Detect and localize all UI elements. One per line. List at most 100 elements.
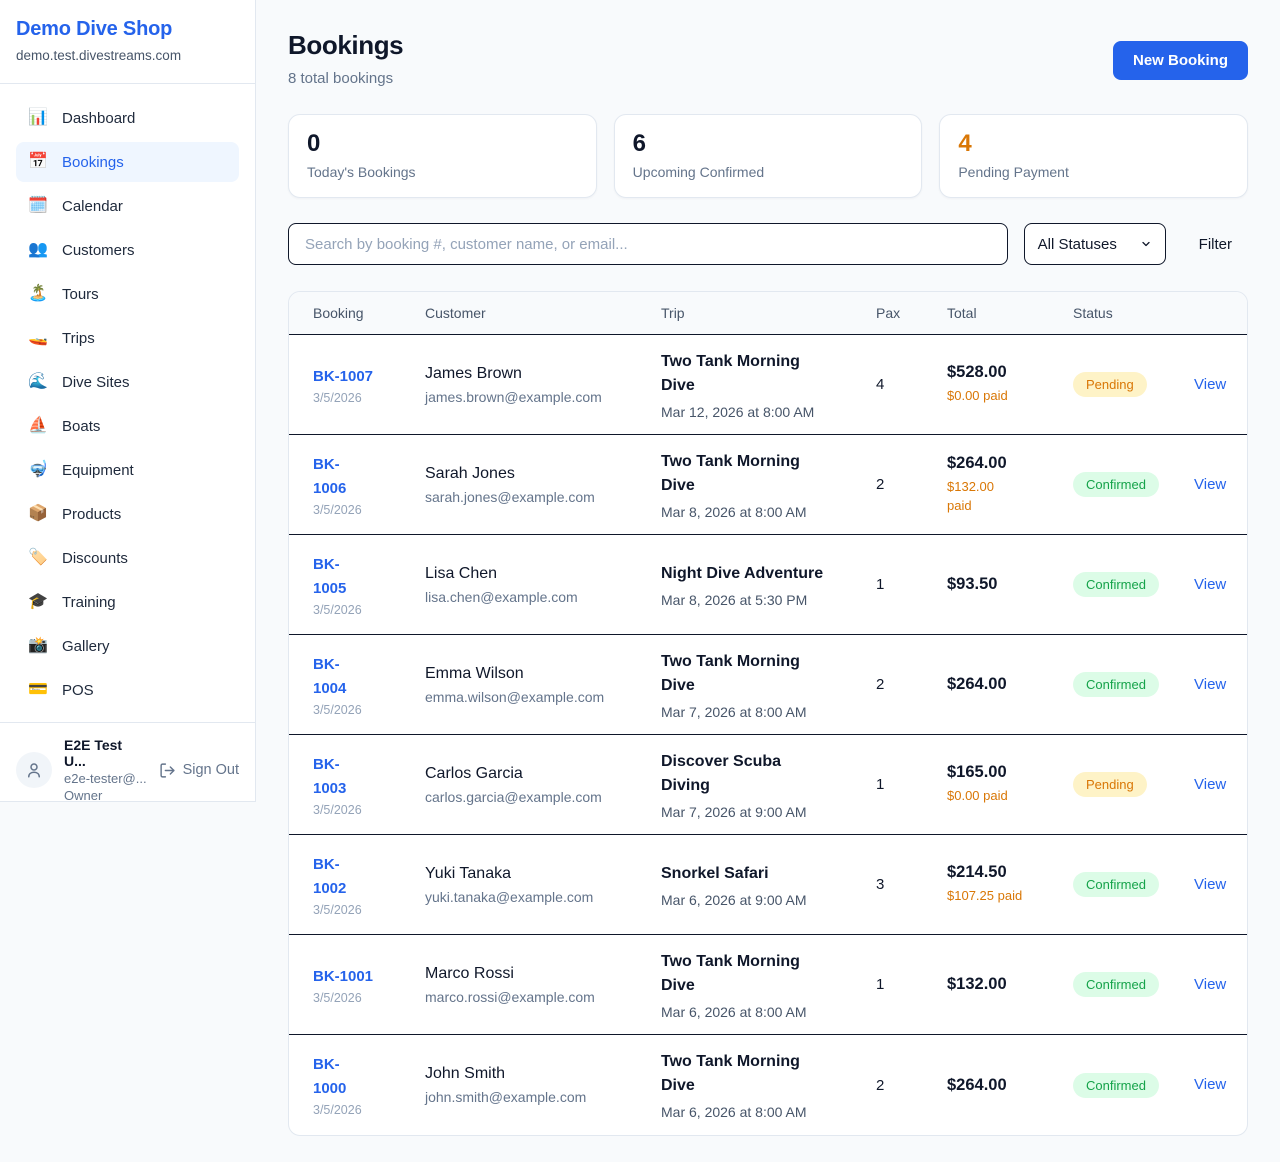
booking-cell: BK- 1002 3/5/2026 [313,853,425,917]
stat-label: Pending Payment [958,164,1229,180]
booking-cell: BK- 1004 3/5/2026 [313,653,425,717]
table-header-row: Booking Customer Trip Pax Total Status [289,292,1247,335]
status-badge: Confirmed [1073,472,1159,497]
view-link[interactable]: View [1194,1076,1226,1093]
booking-id-link[interactable]: BK-1001 [313,965,415,989]
main-content: Bookings 8 total bookings New Booking 0 … [256,0,1280,1162]
customer-name: John Smith [425,1065,651,1083]
total-amount: $264.00 [947,1076,1063,1095]
sidebar-item-customers[interactable]: 👥 Customers [16,230,239,270]
customer-cell: Marco Rossi marco.rossi@example.com [425,965,661,1005]
actions-cell: View [1194,776,1236,794]
view-link[interactable]: View [1194,376,1226,393]
chevron-down-icon [1140,238,1152,250]
status-filter-select[interactable]: All Statuses [1024,223,1166,265]
status-badge: Confirmed [1073,872,1159,897]
booking-id-link[interactable]: BK- 1002 [313,853,415,901]
person-icon [25,761,43,779]
bar-chart-icon: 📊 [28,110,48,126]
user-name: E2E Test U... [64,737,147,769]
sidebar-item-equipment[interactable]: 🤿 Equipment [16,450,239,490]
customer-email: marco.rossi@example.com [425,989,651,1005]
spiral-calendar-icon: 🗓️ [28,198,48,214]
customer-email: sarah.jones@example.com [425,489,651,505]
booking-id-link[interactable]: BK- 1006 [313,453,415,501]
status-cell: Confirmed [1073,972,1194,997]
people-icon: 👥 [28,242,48,258]
sidebar-item-label: Equipment [62,462,134,479]
sidebar-item-gallery[interactable]: 📸 Gallery [16,626,239,666]
sidebar-item-boats[interactable]: ⛵ Boats [16,406,239,446]
booking-id-link[interactable]: BK- 1005 [313,553,415,601]
booking-cell: BK- 1005 3/5/2026 [313,553,425,617]
sidebar-item-label: Bookings [62,154,124,171]
trip-name: Discover Scuba Diving [661,750,866,798]
sidebar-item-trips[interactable]: 🚤 Trips [16,318,239,358]
page-header: Bookings 8 total bookings New Booking [288,30,1248,87]
total-cell: $528.00 $0.00 paid [947,363,1073,406]
sidebar-item-label: Training [62,594,116,611]
sidebar-header: Demo Dive Shop demo.test.divestreams.com [0,0,255,84]
table-row: BK- 1004 3/5/2026 Emma Wilson emma.wilso… [289,635,1247,735]
status-cell: Confirmed [1073,1073,1194,1098]
trip-date: Mar 6, 2026 at 9:00 AM [661,892,866,908]
view-link[interactable]: View [1194,876,1226,893]
booking-cell: BK-1001 3/5/2026 [313,965,425,1005]
actions-cell: View [1194,1076,1236,1094]
bookings-page: Demo Dive Shop demo.test.divestreams.com… [0,0,1280,1162]
credit-card-icon: 💳 [28,682,48,698]
booking-id-link[interactable]: BK-1007 [313,365,415,389]
booking-id-link[interactable]: BK- 1003 [313,753,415,801]
sign-out-button[interactable]: Sign Out [159,762,239,779]
bookings-table: Booking Customer Trip Pax Total Status B… [288,291,1248,1136]
stat-label: Today's Bookings [307,164,578,180]
sidebar-item-calendar[interactable]: 🗓️ Calendar [16,186,239,226]
amount-paid: $107.25 paid [947,887,1063,906]
filter-button[interactable]: Filter [1199,236,1232,253]
sidebar-item-products[interactable]: 📦 Products [16,494,239,534]
trip-name: Two Tank Morning Dive [661,650,866,698]
trip-date: Mar 7, 2026 at 8:00 AM [661,704,866,720]
actions-cell: View [1194,976,1236,994]
sidebar-item-dive-sites[interactable]: 🌊 Dive Sites [16,362,239,402]
user-info: E2E Test U... e2e-tester@... Owner [64,737,147,803]
view-link[interactable]: View [1194,776,1226,793]
status-cell: Confirmed [1073,672,1194,697]
status-badge: Confirmed [1073,1073,1159,1098]
user-email: e2e-tester@... [64,771,147,786]
booking-id-link[interactable]: BK- 1000 [313,1053,415,1101]
customer-email: lisa.chen@example.com [425,589,651,605]
trip-date: Mar 12, 2026 at 8:00 AM [661,404,866,420]
pax-cell: 2 [876,1077,947,1094]
search-input[interactable] [288,223,1008,265]
view-link[interactable]: View [1194,576,1226,593]
sidebar-item-label: Dashboard [62,110,135,127]
sign-out-label: Sign Out [183,762,239,778]
trip-date: Mar 8, 2026 at 8:00 AM [661,504,866,520]
view-link[interactable]: View [1194,476,1226,493]
view-link[interactable]: View [1194,676,1226,693]
trip-name: Two Tank Morning Dive [661,1050,866,1098]
trip-cell: Two Tank Morning Dive Mar 6, 2026 at 8:0… [661,1050,876,1120]
sidebar-item-bookings[interactable]: 📅 Bookings [16,142,239,182]
view-link[interactable]: View [1194,976,1226,993]
sidebar-item-dashboard[interactable]: 📊 Dashboard [16,98,239,138]
pax-cell: 3 [876,876,947,893]
customer-name: Yuki Tanaka [425,865,651,883]
sidebar-item-training[interactable]: 🎓 Training [16,582,239,622]
table-row: BK- 1005 3/5/2026 Lisa Chen lisa.chen@ex… [289,535,1247,635]
sidebar-item-discounts[interactable]: 🏷️ Discounts [16,538,239,578]
total-cell: $214.50 $107.25 paid [947,863,1073,906]
sidebar-item-label: Products [62,506,121,523]
trip-cell: Two Tank Morning Dive Mar 8, 2026 at 8:0… [661,450,876,520]
sidebar-item-pos[interactable]: 💳 POS [16,670,239,710]
sidebar-user-section: E2E Test U... e2e-tester@... Owner Sign … [0,722,255,817]
sidebar-item-tours[interactable]: 🏝️ Tours [16,274,239,314]
sidebar-nav: 📊 Dashboard 📅 Bookings 🗓️ Calendar 👥 Cus… [0,84,255,722]
sidebar-item-label: Tours [62,286,99,303]
actions-cell: View [1194,376,1236,394]
new-booking-button[interactable]: New Booking [1113,41,1248,80]
booking-id-link[interactable]: BK- 1004 [313,653,415,701]
sidebar-item-label: Trips [62,330,95,347]
trip-date: Mar 8, 2026 at 5:30 PM [661,592,866,608]
